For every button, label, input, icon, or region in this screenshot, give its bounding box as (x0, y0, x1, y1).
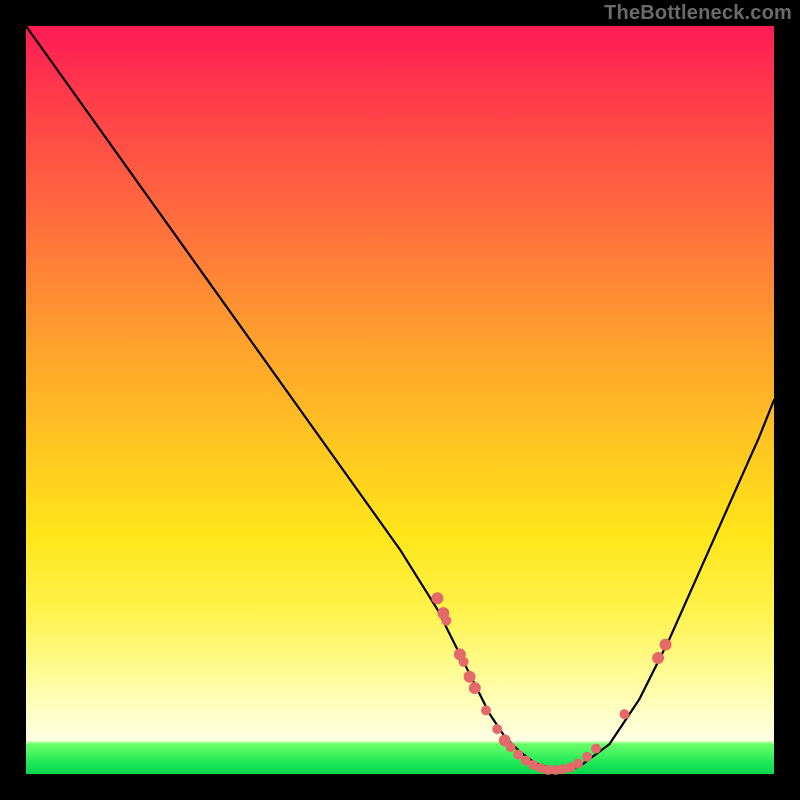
data-points-group (431, 592, 671, 775)
data-point (619, 709, 629, 719)
data-point (459, 657, 469, 667)
data-point (573, 759, 583, 769)
data-point (431, 592, 443, 604)
plot-area (26, 26, 774, 774)
watermark-text: TheBottleneck.com (604, 2, 792, 25)
chart-frame: TheBottleneck.com (0, 0, 800, 800)
data-point (652, 652, 664, 664)
data-point (660, 639, 672, 651)
data-point (441, 616, 451, 626)
data-point (469, 682, 481, 694)
data-point (481, 705, 491, 715)
data-point (464, 671, 476, 683)
data-point (582, 752, 592, 762)
data-point (506, 742, 516, 752)
data-point (492, 724, 502, 734)
data-point (591, 744, 601, 754)
curve-svg (26, 26, 774, 774)
